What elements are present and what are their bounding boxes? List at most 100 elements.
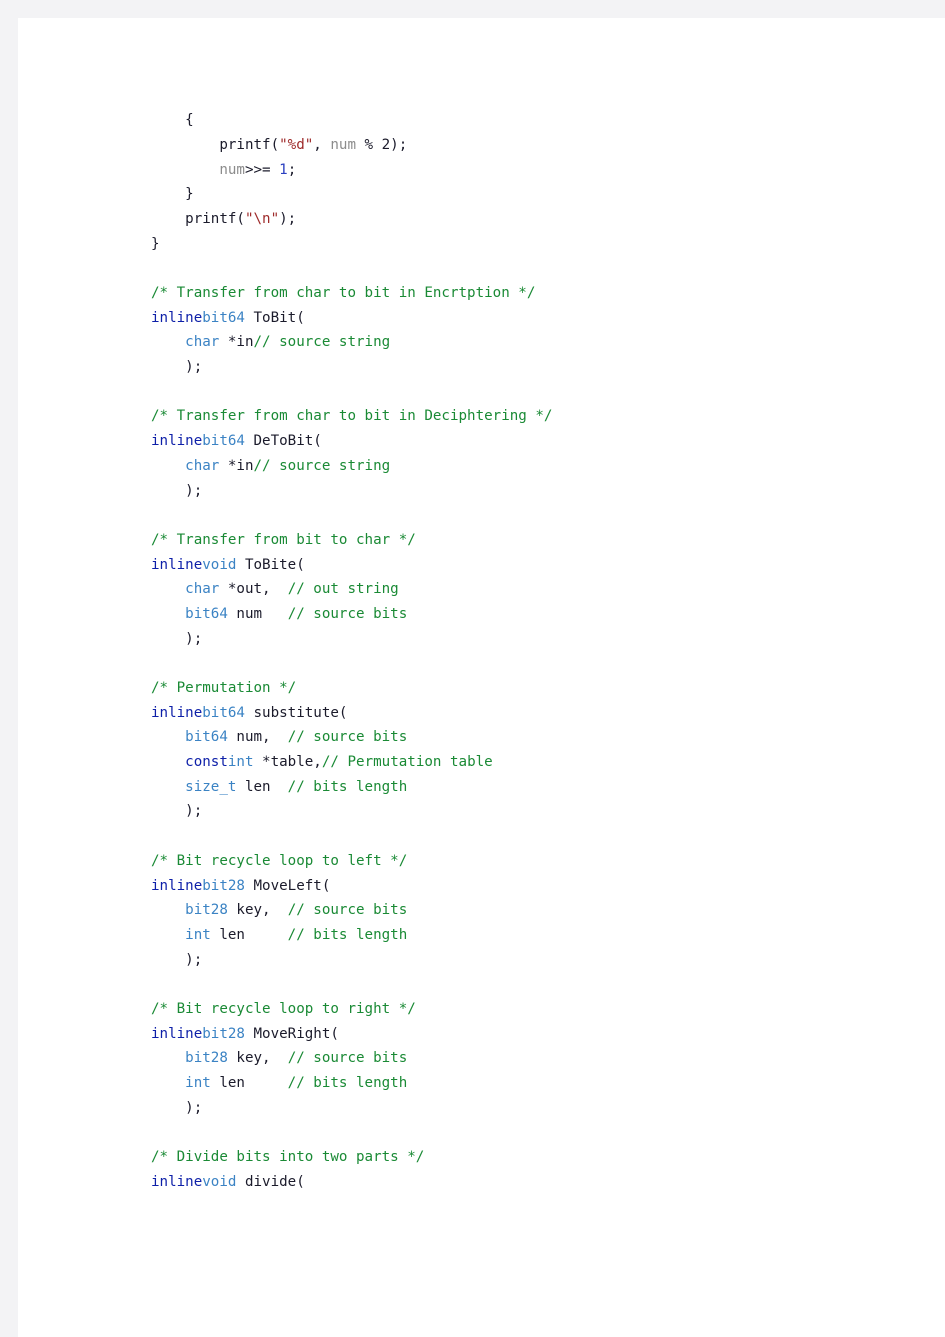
- code-token-plain: *out,: [219, 581, 288, 598]
- code-listing[interactable]: { printf("%d", num % 2); num>>= 1; } pri…: [151, 108, 911, 1194]
- code-token-kw: const: [185, 754, 228, 771]
- code-token-comment: /* Divide bits into two parts */: [151, 1149, 425, 1166]
- code-token-comment: // source string: [253, 334, 391, 351]
- code-token-plain: );: [151, 803, 203, 820]
- code-line: bit28 key, // source bits: [151, 1046, 911, 1071]
- code-token-comment: // source bits: [287, 605, 408, 622]
- code-token-comment: // bits length: [287, 1075, 408, 1091]
- code-token-plain: len: [236, 778, 288, 795]
- code-line: );: [151, 1096, 911, 1121]
- code-line: );: [151, 627, 911, 652]
- code-token-kw: inline: [151, 704, 203, 721]
- code-line: inlinebit28 MoveLeft(: [151, 874, 911, 899]
- code-line: {: [151, 108, 911, 133]
- code-token-kw: inline: [151, 433, 203, 450]
- code-token-kw: inline: [151, 877, 203, 894]
- code-line: bit28 key, // source bits: [151, 898, 911, 923]
- code-line: inlinevoid divide(: [151, 1170, 911, 1195]
- code-token-plain: printf(: [151, 136, 280, 153]
- code-line: );: [151, 948, 911, 973]
- code-token-comment: /* Bit recycle loop to left */: [151, 852, 408, 869]
- code-token-plain: );: [151, 359, 203, 376]
- code-token-plain: MoveLeft(: [244, 877, 331, 894]
- code-token-plain: len: [210, 926, 288, 943]
- window-top-band: [0, 0, 945, 18]
- code-token-type: bit64: [185, 605, 228, 622]
- code-token-plain: *table,: [253, 754, 322, 771]
- code-token-plain: key,: [227, 902, 288, 919]
- code-line: printf("\n");: [151, 207, 911, 232]
- code-token-id: num: [219, 161, 245, 178]
- code-line: }: [151, 182, 911, 207]
- code-token-plain: );: [151, 1099, 203, 1116]
- code-token-plain: printf(: [151, 210, 245, 227]
- code-token-kw: inline: [151, 309, 203, 326]
- code-page-surface: { printf("%d", num % 2); num>>= 1; } pri…: [18, 18, 945, 1337]
- code-token-plain: substitute(: [244, 704, 348, 721]
- code-line: inlinebit64 DeToBit(: [151, 429, 911, 454]
- code-token-type: bit28: [202, 1025, 245, 1042]
- code-token-comment: /* Transfer from bit to char */: [151, 531, 416, 548]
- code-line: inlinebit28 MoveRight(: [151, 1022, 911, 1047]
- code-line: /* Bit recycle loop to right */: [151, 997, 911, 1022]
- code-line: int len // bits length: [151, 1071, 911, 1096]
- code-line: inlinevoid ToBite(: [151, 553, 911, 578]
- code-token-type: int: [227, 754, 254, 771]
- code-token-type: int: [185, 926, 211, 943]
- window-left-strip: [0, 0, 18, 1337]
- code-line: char *in// source string: [151, 454, 911, 479]
- code-token-type: void: [202, 556, 237, 573]
- code-token-plain: );: [151, 630, 203, 647]
- code-token-num: 1: [279, 161, 288, 178]
- code-line: );: [151, 355, 911, 380]
- code-token-comment: /* Bit recycle loop to right */: [151, 1000, 416, 1017]
- code-token-plain: num,: [227, 729, 288, 746]
- code-token-type: bit64: [202, 704, 245, 721]
- code-line: /* Bit recycle loop to left */: [151, 849, 911, 874]
- code-token-plain: *in: [219, 334, 254, 351]
- code-line: int len // bits length: [151, 923, 911, 948]
- code-token-comment: /* Transfer from char to bit in Encrtpti…: [151, 285, 536, 301]
- code-token-type: bit28: [202, 877, 245, 894]
- code-token-plain: );: [279, 210, 297, 227]
- code-token-plain: {: [151, 112, 194, 129]
- code-line: constint *table,// Permutation table: [151, 750, 911, 775]
- code-token-comment: // source bits: [287, 729, 408, 746]
- code-token-plain: );: [151, 482, 203, 499]
- code-token-comment: // source bits: [287, 902, 408, 919]
- code-token-plain: ToBit(: [244, 309, 305, 326]
- code-token-plain: }: [151, 235, 160, 252]
- code-line: inlinebit64 substitute(: [151, 701, 911, 726]
- code-token-plain: divide(: [236, 1173, 305, 1190]
- code-token-plain: ;: [287, 161, 297, 178]
- code-token-plain: }: [151, 186, 194, 203]
- code-token-plain: key,: [227, 1050, 288, 1067]
- code-token-plain: ToBite(: [236, 556, 305, 573]
- code-line: );: [151, 479, 911, 504]
- code-line: }: [151, 232, 911, 257]
- code-token-type: int: [185, 1075, 211, 1091]
- code-line: char *in// source string: [151, 330, 911, 355]
- code-token-type: bit28: [185, 1050, 228, 1067]
- code-line: );: [151, 799, 911, 824]
- code-token-str: "\n": [244, 210, 280, 227]
- code-line: num>>= 1;: [151, 158, 911, 183]
- code-line: /* Transfer from char to bit in Encrtpti…: [151, 281, 911, 306]
- code-token-plain: DeToBit(: [244, 433, 322, 450]
- code-token-comment: /* Transfer from char to bit in Deciphte…: [151, 408, 553, 425]
